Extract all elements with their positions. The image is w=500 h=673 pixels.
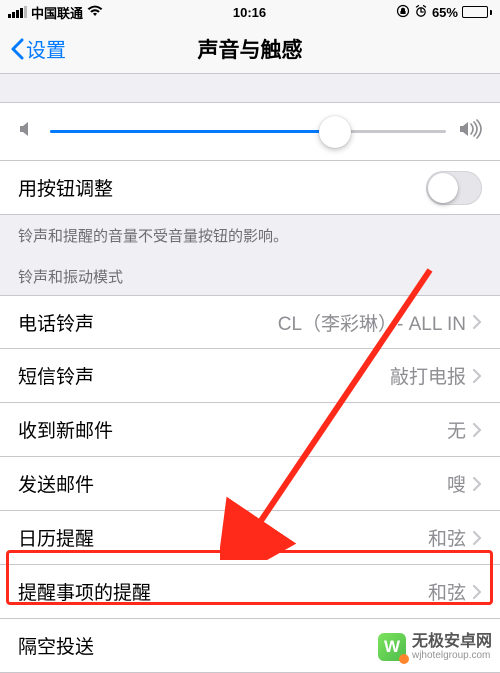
text-tone-row[interactable]: 短信铃声 敲打电报 (0, 349, 500, 403)
orientation-lock-icon (396, 4, 410, 21)
signal-icon (8, 6, 27, 18)
buttons-adjust-toggle[interactable] (426, 171, 482, 205)
volume-footer-note: 铃声和提醒的音量不受音量按钮的影响。 (0, 215, 500, 246)
status-left: 中国联通 (8, 3, 103, 22)
new-mail-label: 收到新邮件 (18, 416, 113, 443)
watermark-title: 无极安卓网 (412, 634, 492, 650)
chevron-right-icon (472, 368, 482, 384)
chevron-right-icon (472, 476, 482, 492)
ringtone-value: CL（李彩琳）- ALL IN (278, 309, 466, 336)
status-right: 65% (396, 4, 492, 21)
new-mail-row[interactable]: 收到新邮件 无 (0, 403, 500, 457)
ringtone-row[interactable]: 电话铃声 CL（李彩琳）- ALL IN (0, 295, 500, 349)
speaker-low-icon (18, 120, 38, 143)
reminder-row[interactable]: 提醒事项的提醒 和弦 (0, 565, 500, 619)
chevron-right-icon (472, 584, 482, 600)
reminder-label: 提醒事项的提醒 (18, 578, 151, 605)
battery-icon (462, 6, 492, 18)
volume-slider-row (0, 102, 500, 161)
sent-mail-label: 发送邮件 (18, 470, 94, 497)
chevron-right-icon (472, 530, 482, 546)
chevron-right-icon (472, 314, 482, 330)
new-mail-value: 无 (447, 416, 466, 443)
slider-knob[interactable] (319, 116, 351, 148)
text-tone-label: 短信铃声 (18, 362, 94, 389)
volume-slider[interactable] (50, 130, 446, 133)
calendar-value: 和弦 (428, 524, 466, 551)
chevron-left-icon (10, 38, 24, 60)
ringtone-label: 电话铃声 (18, 309, 94, 336)
text-tone-value: 敲打电报 (390, 362, 466, 389)
airdrop-label: 隔空投送 (18, 632, 94, 659)
calendar-label: 日历提醒 (18, 524, 94, 551)
speaker-high-icon (458, 119, 482, 144)
sent-mail-row[interactable]: 发送邮件 嗖 (0, 457, 500, 511)
back-button[interactable]: 设置 (0, 34, 66, 63)
buttons-adjust-row[interactable]: 用按钮调整 (0, 161, 500, 215)
ringtone-section-header: 铃声和振动模式 (0, 246, 500, 295)
watermark-logo: W (378, 633, 406, 661)
back-label: 设置 (26, 34, 66, 63)
chevron-right-icon (472, 422, 482, 438)
alarm-icon (414, 4, 428, 21)
nav-bar: 设置 声音与触感 (0, 24, 500, 74)
page-title: 声音与触感 (198, 34, 303, 64)
calendar-row[interactable]: 日历提醒 和弦 (0, 511, 500, 565)
sent-mail-value: 嗖 (447, 470, 466, 497)
buttons-adjust-label: 用按钮调整 (18, 174, 113, 201)
watermark: W 无极安卓网 wjhotelgroup.com (378, 633, 492, 661)
clock: 10:16 (233, 5, 266, 20)
watermark-url: wjhotelgroup.com (412, 650, 492, 661)
status-bar: 中国联通 10:16 65% (0, 0, 500, 24)
reminder-value: 和弦 (428, 578, 466, 605)
carrier-label: 中国联通 (31, 3, 83, 22)
wifi-icon (87, 5, 103, 20)
battery-pct: 65% (432, 5, 458, 20)
